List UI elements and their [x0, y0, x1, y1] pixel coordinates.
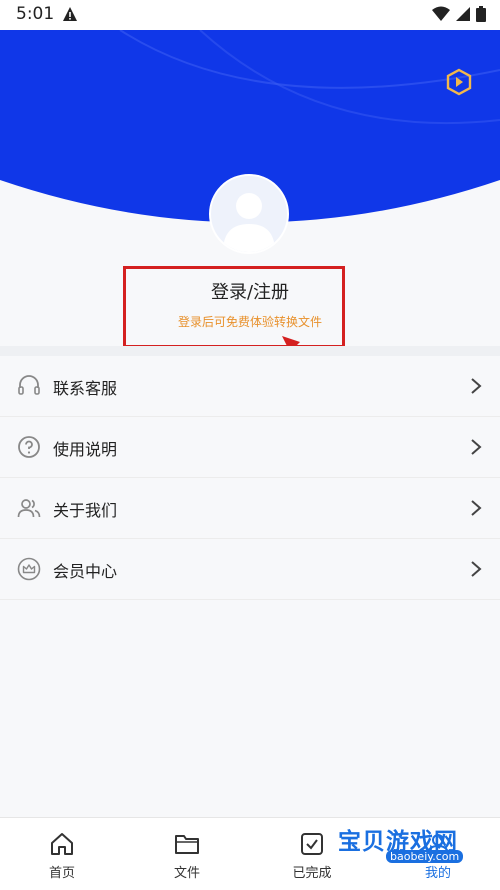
- tab-label: 文件: [173, 866, 200, 881]
- people-icon: [17, 499, 41, 518]
- status-bar: 5:01: [0, 0, 500, 30]
- menu-item-label: 会员中心: [53, 562, 118, 581]
- signal-icon: [455, 7, 470, 21]
- tab-home[interactable]: 首页: [12, 818, 112, 890]
- status-time: 5:01: [16, 4, 55, 24]
- wifi-icon: [431, 6, 450, 21]
- menu-item-label: 使用说明: [53, 440, 118, 459]
- watermark-url: baobeiy.com: [386, 850, 464, 863]
- chevron-right-icon: [471, 439, 482, 455]
- menu-item-customer-service[interactable]: 联系客服: [0, 356, 500, 417]
- tab-label: 首页: [48, 866, 75, 881]
- warning-icon: [63, 7, 77, 21]
- menu-item-label: 关于我们: [53, 501, 118, 520]
- status-icons: [431, 6, 486, 26]
- done-icon: [301, 833, 323, 855]
- menu-item-instructions[interactable]: 使用说明: [0, 417, 500, 478]
- avatar-placeholder-icon: [223, 193, 275, 252]
- tab-files[interactable]: 文件: [137, 818, 237, 890]
- crown-icon: [17, 557, 41, 581]
- folder-icon: [175, 835, 199, 854]
- chevron-right-icon: [471, 500, 482, 516]
- section-divider: [0, 346, 500, 356]
- chevron-right-icon: [471, 378, 482, 394]
- highlight-box: [123, 266, 345, 348]
- question-icon: [18, 436, 40, 458]
- watermark-logo: 宝贝游戏网 baobeiy.com: [338, 812, 488, 882]
- headset-icon: [18, 375, 40, 395]
- avatar[interactable]: [209, 174, 289, 254]
- menu-item-membership-center[interactable]: 会员中心: [0, 539, 500, 600]
- menu-list: 联系客服 使用说明 关于我们 会员中心: [0, 356, 500, 600]
- vip-icon[interactable]: [445, 68, 473, 96]
- menu-item-label: 联系客服: [53, 379, 118, 398]
- menu-item-about-us[interactable]: 关于我们: [0, 478, 500, 539]
- home-icon: [51, 833, 73, 855]
- chevron-right-icon: [471, 561, 482, 577]
- battery-icon: [476, 6, 486, 22]
